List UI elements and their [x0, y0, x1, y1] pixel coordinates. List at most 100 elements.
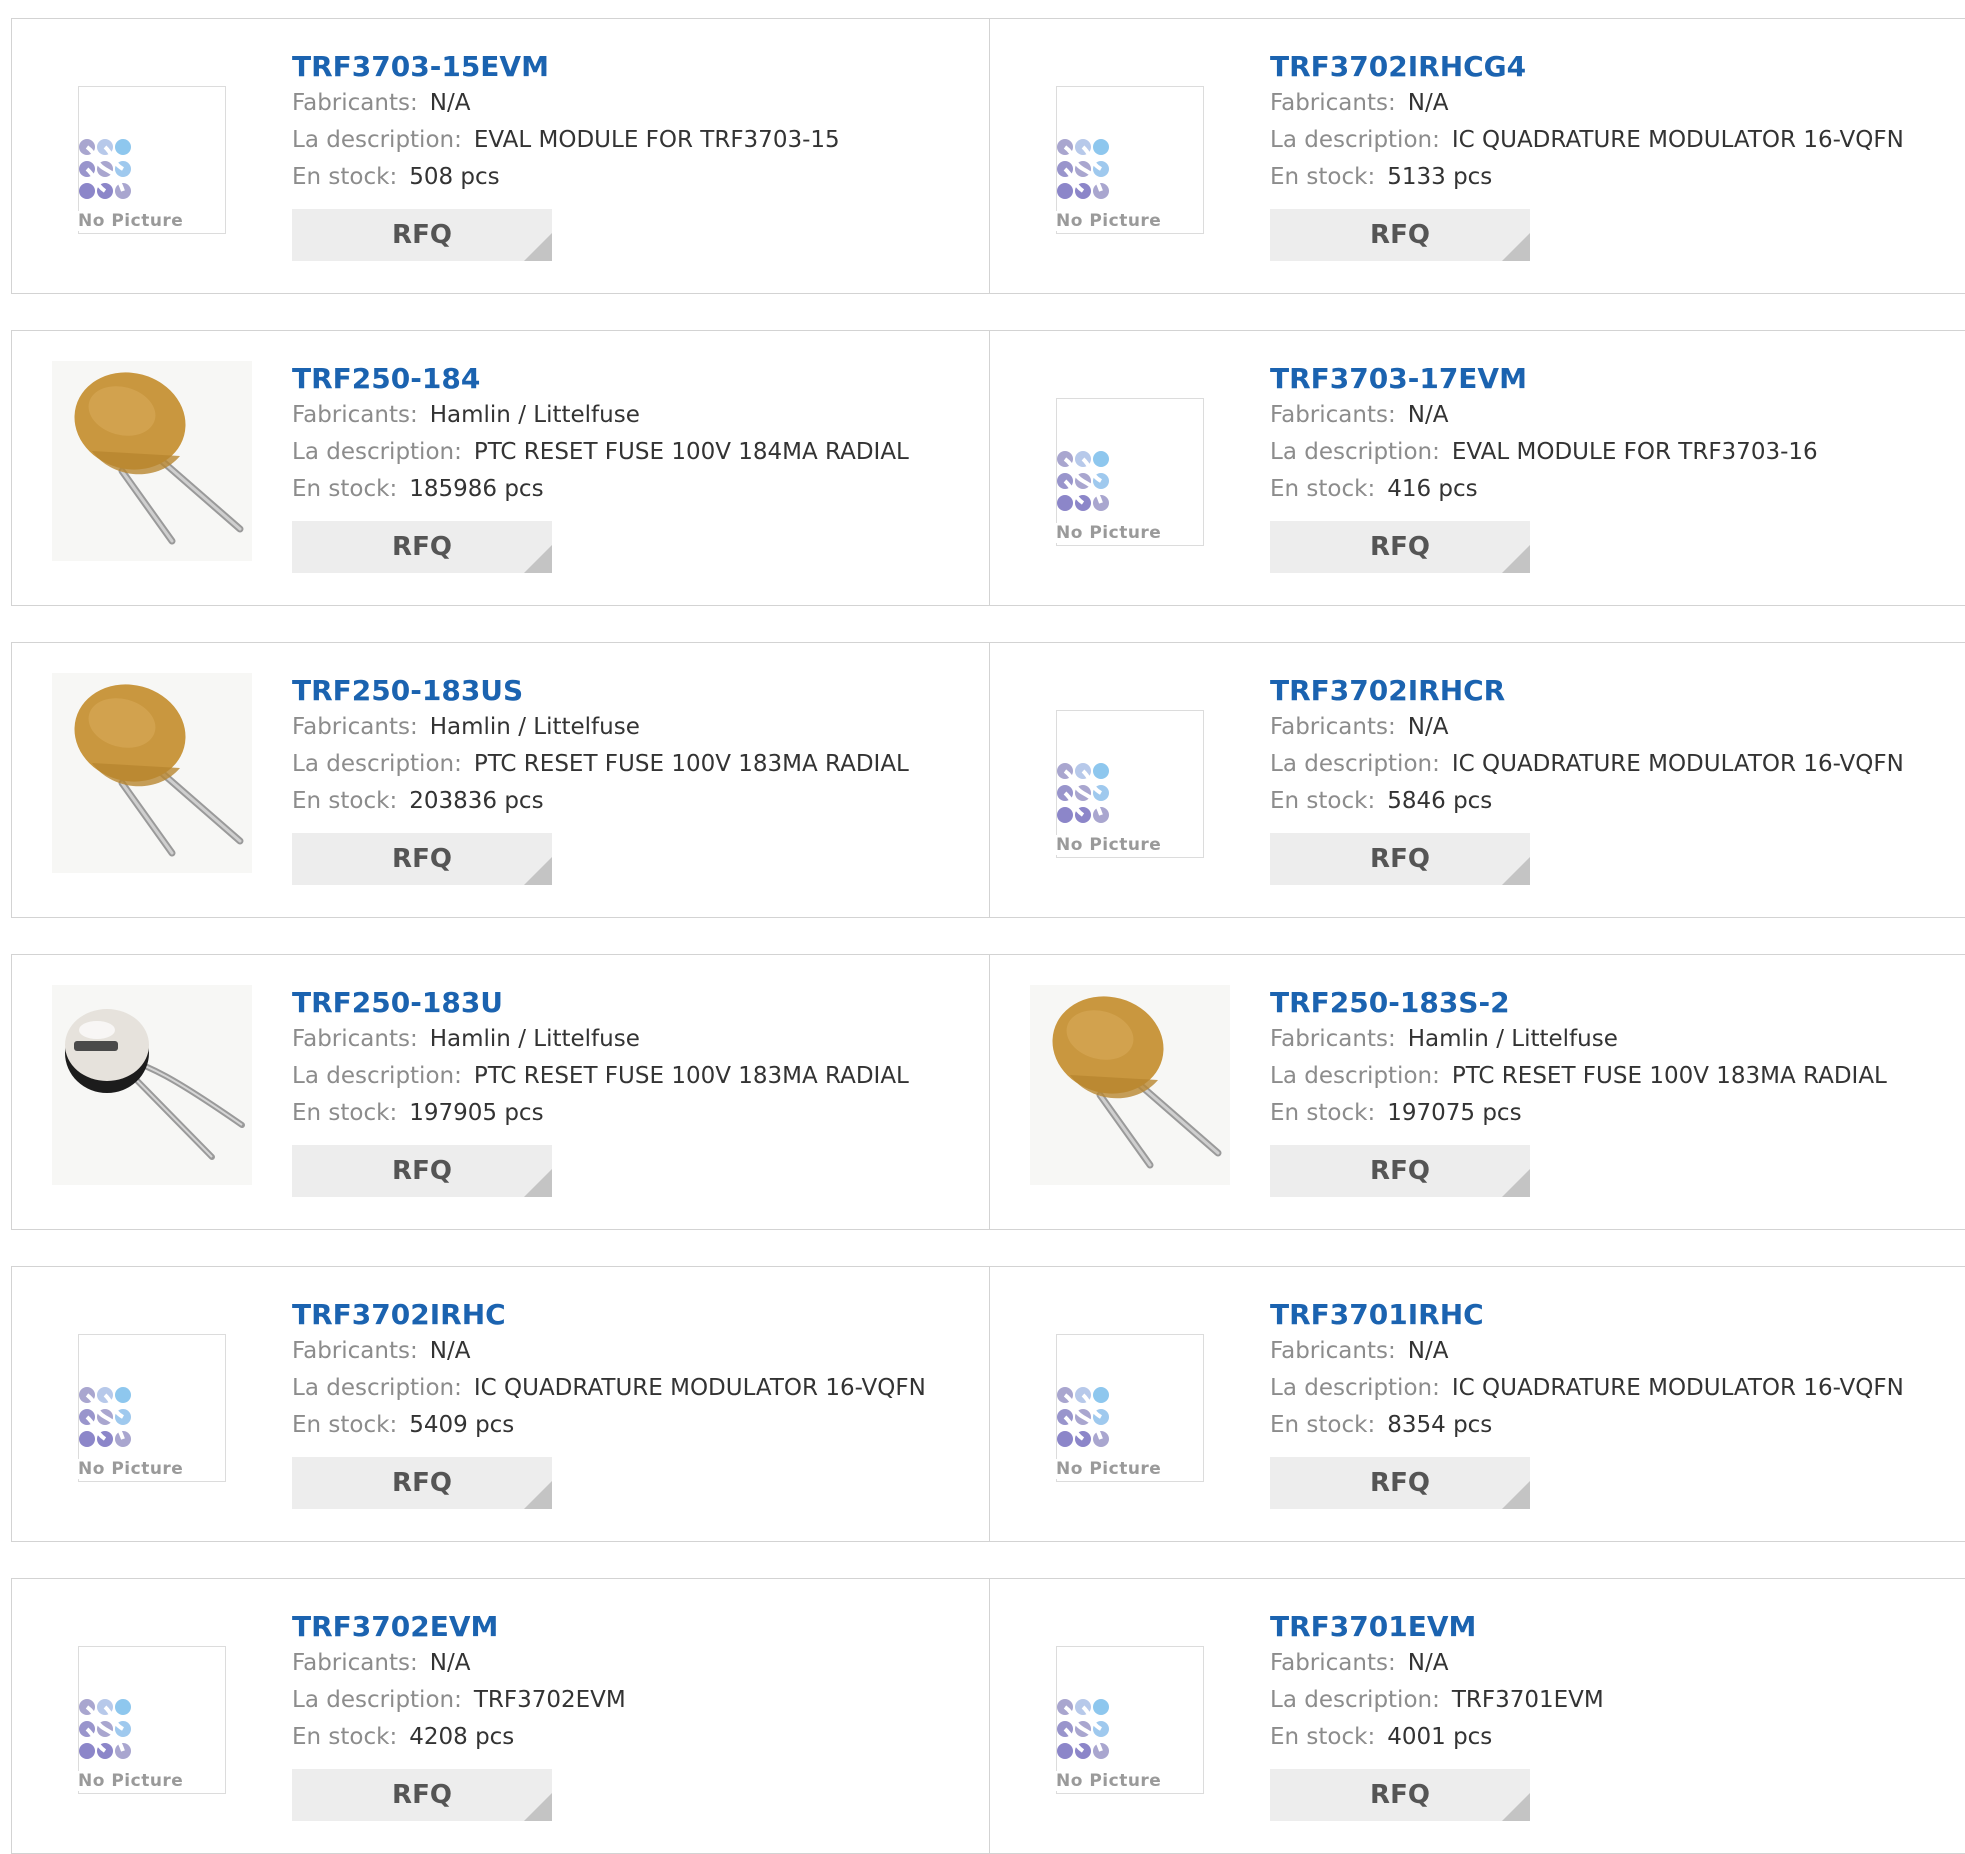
description-label: La description: — [1270, 751, 1440, 777]
product-part-number-link[interactable]: TRF250-183U — [292, 985, 979, 1021]
manufacturer-value: Hamlin / Littelfuse — [429, 714, 640, 740]
product-part-number-link[interactable]: TRF250-184 — [292, 361, 979, 397]
rfq-button[interactable]: RFQ — [292, 833, 552, 885]
product-part-number-link[interactable]: TRF250-183US — [292, 673, 979, 709]
rfq-button[interactable]: RFQ — [292, 209, 552, 261]
no-picture-label: No Picture — [1056, 835, 1176, 855]
product-part-number-link[interactable]: TRF3703-15EVM — [292, 49, 979, 85]
ptc-fuse-photo[interactable] — [52, 361, 252, 561]
description-row: La description: IC QUADRATURE MODULATOR 1… — [1270, 1370, 1965, 1407]
stock-value: 4208 pcs — [409, 1724, 515, 1750]
rfq-button[interactable]: RFQ — [1270, 1457, 1530, 1509]
stock-row: En stock: 5133 pcs — [1270, 159, 1965, 196]
description-row: La description: TRF3702EVM — [292, 1682, 979, 1719]
manufacturer-row: Fabricants: N/A — [292, 1645, 979, 1682]
product-image[interactable] — [52, 361, 252, 561]
product-info: TRF250-183S-2 Fabricants: Hamlin / Littel… — [1270, 985, 1965, 1132]
manufacturer-label: Fabricants: — [1270, 402, 1396, 428]
stock-label: En stock: — [1270, 1412, 1376, 1438]
product-image[interactable]: No Picture — [1030, 361, 1230, 561]
stock-value: 508 pcs — [409, 164, 500, 190]
product-image[interactable]: No Picture — [52, 1609, 252, 1809]
no-picture-logo-icon — [79, 1387, 131, 1447]
rfq-button[interactable]: RFQ — [292, 521, 552, 573]
rfq-button[interactable]: RFQ — [1270, 521, 1530, 573]
product-part-number-link[interactable]: TRF3701EVM — [1270, 1609, 1965, 1645]
rfq-corner-decoration — [524, 1169, 552, 1197]
manufacturer-label: Fabricants: — [1270, 1650, 1396, 1676]
ptc-fuse-photo[interactable] — [52, 985, 252, 1185]
manufacturer-label: Fabricants: — [292, 714, 418, 740]
rfq-button[interactable]: RFQ — [292, 1145, 552, 1197]
stock-value: 8354 pcs — [1387, 1412, 1493, 1438]
product-image[interactable]: No Picture — [1030, 1297, 1230, 1497]
ptc-fuse-photo[interactable] — [1030, 985, 1230, 1185]
rfq-button[interactable]: RFQ — [1270, 833, 1530, 885]
manufacturer-label: Fabricants: — [1270, 1338, 1396, 1364]
product-image[interactable]: No Picture — [1030, 49, 1230, 249]
rfq-corner-decoration — [524, 857, 552, 885]
product-image[interactable] — [52, 985, 252, 1185]
stock-label: En stock: — [292, 476, 398, 502]
description-label: La description: — [292, 751, 462, 777]
product-image[interactable] — [52, 673, 252, 873]
no-picture-logo-icon — [1057, 763, 1109, 823]
manufacturer-label: Fabricants: — [292, 90, 418, 116]
rfq-button[interactable]: RFQ — [292, 1457, 552, 1509]
product-image[interactable]: No Picture — [1030, 673, 1230, 873]
product-info: TRF3703-17EVM Fabricants: N/A La descript… — [1270, 361, 1965, 508]
product-part-number-link[interactable]: TRF3701IRHC — [1270, 1297, 1965, 1333]
description-value: PTC RESET FUSE 100V 183MA RADIAL — [473, 751, 909, 777]
rfq-button[interactable]: RFQ — [1270, 1769, 1530, 1821]
description-value: EVAL MODULE FOR TRF3703-15 — [473, 127, 840, 153]
stock-label: En stock: — [1270, 1724, 1376, 1750]
product-part-number-link[interactable]: TRF3702IRHCR — [1270, 673, 1965, 709]
rfq-button-label: RFQ — [1370, 532, 1430, 562]
manufacturer-row: Fabricants: Hamlin / Littelfuse — [292, 1021, 979, 1058]
product-image[interactable]: No Picture — [52, 49, 252, 249]
description-label: La description: — [1270, 1063, 1440, 1089]
product-image[interactable] — [1030, 985, 1230, 1185]
stock-value: 4001 pcs — [1387, 1724, 1493, 1750]
description-value: IC QUADRATURE MODULATOR 16-VQFN — [1451, 751, 1904, 777]
product-part-number-link[interactable]: TRF3702IRHCG4 — [1270, 49, 1965, 85]
product-part-number-link[interactable]: TRF3702IRHC — [292, 1297, 979, 1333]
manufacturer-value: N/A — [1407, 90, 1449, 116]
manufacturer-row: Fabricants: N/A — [1270, 709, 1965, 746]
manufacturer-label: Fabricants: — [292, 1650, 418, 1676]
manufacturer-row: Fabricants: N/A — [292, 1333, 979, 1370]
manufacturer-row: Fabricants: Hamlin / Littelfuse — [1270, 1021, 1965, 1058]
rfq-button-label: RFQ — [392, 532, 452, 562]
product-image[interactable]: No Picture — [1030, 1609, 1230, 1809]
no-picture-logo-icon — [1057, 1387, 1109, 1447]
stock-value: 5846 pcs — [1387, 788, 1493, 814]
stock-label: En stock: — [292, 1412, 398, 1438]
rfq-corner-decoration — [1502, 857, 1530, 885]
rfq-button[interactable]: RFQ — [292, 1769, 552, 1821]
stock-row: En stock: 508 pcs — [292, 159, 979, 196]
rfq-button[interactable]: RFQ — [1270, 209, 1530, 261]
product-card: No Picture TRF3702IRHCG4 Fabricants: N/A … — [989, 18, 1965, 294]
product-part-number-link[interactable]: TRF3703-17EVM — [1270, 361, 1965, 397]
rfq-button[interactable]: RFQ — [1270, 1145, 1530, 1197]
product-part-number-link[interactable]: TRF250-183S-2 — [1270, 985, 1965, 1021]
product-info: TRF3703-15EVM Fabricants: N/A La descript… — [292, 49, 979, 196]
product-part-number-link[interactable]: TRF3702EVM — [292, 1609, 979, 1645]
no-picture-logo-icon — [1057, 139, 1109, 199]
product-image[interactable]: No Picture — [52, 1297, 252, 1497]
rfq-corner-decoration — [524, 233, 552, 261]
description-row: La description: EVAL MODULE FOR TRF3703-1… — [292, 122, 979, 159]
manufacturer-label: Fabricants: — [292, 1026, 418, 1052]
description-row: La description: EVAL MODULE FOR TRF3703-1… — [1270, 434, 1965, 471]
description-value: TRF3702EVM — [473, 1687, 626, 1713]
no-picture-label: No Picture — [1056, 523, 1176, 543]
rfq-button-label: RFQ — [1370, 220, 1430, 250]
ptc-fuse-photo[interactable] — [52, 673, 252, 873]
stock-label: En stock: — [292, 1724, 398, 1750]
stock-value: 197905 pcs — [409, 1100, 544, 1126]
no-picture-label: No Picture — [1056, 1771, 1176, 1791]
stock-row: En stock: 416 pcs — [1270, 471, 1965, 508]
description-label: La description: — [292, 1687, 462, 1713]
manufacturer-value: N/A — [1407, 1338, 1449, 1364]
no-picture-label: No Picture — [1056, 1459, 1176, 1479]
